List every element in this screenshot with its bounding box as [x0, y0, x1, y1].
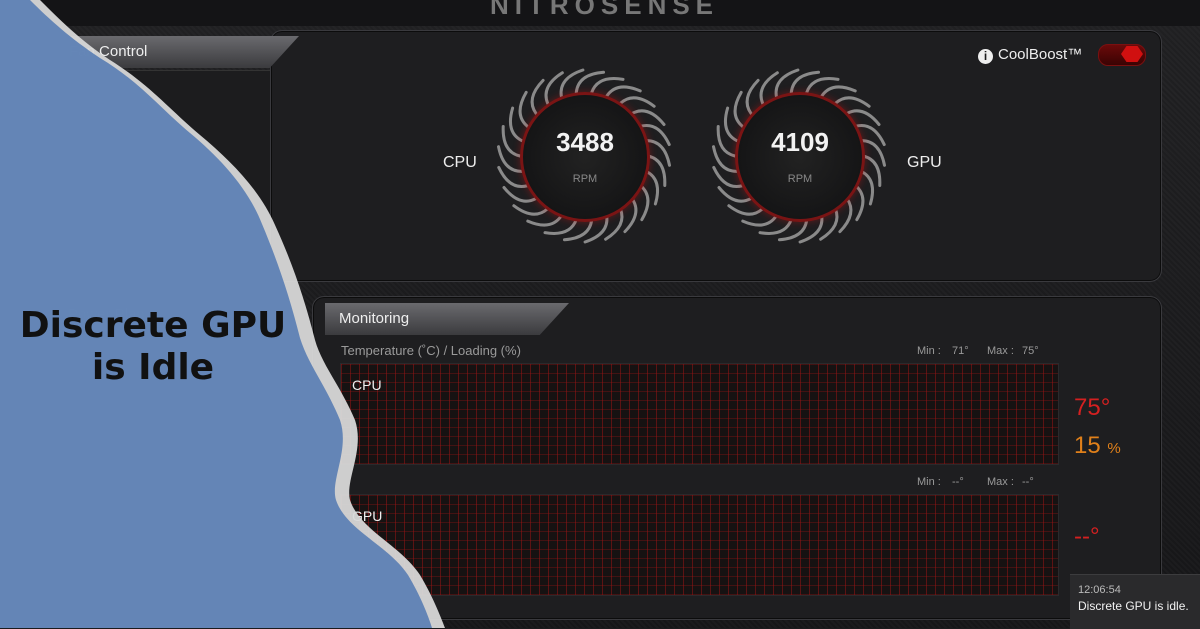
gpu-min-value: --°: [952, 476, 964, 488]
gpu-min-label: Min :: [917, 476, 941, 488]
gpu-fan-rpm: 4109: [771, 127, 829, 157]
cpu-load-value: 15: [1074, 432, 1101, 459]
gpu-fan-label: GPU: [907, 154, 942, 171]
fan-max-icon: [72, 160, 104, 192]
fan-blade: [526, 214, 563, 227]
monitoring-caption: Temperature (˚C) / Loading (%): [341, 343, 521, 358]
tab-monitoring[interactable]: Monitoring: [325, 303, 569, 335]
info-icon[interactable]: i: [978, 49, 993, 64]
gpu-fan-gauge: 4109 RPM: [711, 68, 887, 244]
cpu-fan-gauge: 3488 RPM: [496, 68, 672, 244]
gpu-max-value: --°: [1022, 476, 1034, 488]
fan-blade: [639, 184, 650, 222]
notification-time: 12:06:54: [1078, 584, 1121, 596]
tab-fan-control[interactable]: Fan Control: [55, 36, 299, 68]
cpu-temperature: 75°: [1074, 394, 1111, 421]
power-item-balance-acer[interactable]: Balance: [76, 518, 127, 534]
overlay-headline-line2: is Idle: [91, 347, 215, 388]
coolboost-text: CoolBoost™: [998, 46, 1083, 63]
gpu-graph-label: GPU: [352, 508, 383, 524]
overlay-headline-line1: Discrete GPU: [19, 305, 287, 346]
fan-custom-icon: [72, 228, 104, 260]
overlay-headline: Discrete GPU is Idle: [0, 305, 306, 389]
gpu-fan-unit: RPM: [787, 173, 813, 185]
gpu-temperature: --°: [1074, 523, 1100, 550]
coolboost-toggle[interactable]: [1098, 44, 1146, 66]
cpu-min-label: Min :: [917, 345, 941, 357]
fan-mode-max[interactable]: Max: [120, 165, 148, 182]
gpu-max-label: Max :: [987, 476, 1014, 488]
app-title: NITROSENSE: [490, 0, 720, 20]
toggle-knob: [1121, 46, 1143, 62]
notification-toast[interactable]: 12:06:54 Discrete GPU is idle.: [1070, 574, 1200, 629]
cpu-fan-label: CPU: [443, 154, 477, 171]
divider: [58, 568, 284, 569]
fan-mode-auto[interactable]: Auto: [120, 97, 151, 114]
gpu-monitor-graph: [340, 494, 1059, 596]
gpu-fan-core: 4109 RPM: [735, 92, 865, 222]
fan-blade: [854, 184, 865, 222]
fan-blade: [758, 218, 793, 235]
fan-blade: [605, 85, 642, 98]
divider: [58, 398, 284, 399]
power-item-acer-optimized: [Acer Optimized]: [76, 539, 180, 555]
cpu-max-label: Max :: [987, 345, 1014, 357]
fan-blade: [820, 85, 857, 98]
cpu-fan-core: 3488 RPM: [520, 92, 650, 222]
power-item-power-saver[interactable]: Power Saver: [76, 418, 156, 434]
cpu-min-value: 71°: [952, 345, 969, 357]
coolboost-label: i CoolBoost™: [978, 46, 1082, 64]
cpu-fan-unit: RPM: [572, 173, 598, 185]
power-item-balance[interactable]: Balance: [76, 474, 127, 490]
fan-blade: [590, 77, 625, 94]
divider: [58, 508, 284, 509]
fan-blade: [543, 218, 578, 235]
fan-blade: [805, 77, 840, 94]
fan-blade: [618, 96, 656, 108]
cpu-graph-label: CPU: [352, 377, 382, 393]
notification-message: Discrete GPU is idle.: [1078, 599, 1189, 613]
cpu-monitor-graph: [340, 363, 1059, 465]
cpu-fan-rpm: 3488: [556, 127, 614, 157]
fan-auto-icon: [72, 92, 104, 124]
fan-blade: [741, 214, 778, 227]
fan-blade: [833, 96, 871, 108]
fan-blade: [733, 90, 744, 128]
cpu-load: 15 %: [1074, 432, 1121, 460]
fan-mode-custom[interactable]: Custom: [120, 233, 172, 250]
title-bar: NITROSENSE: [0, 0, 1200, 26]
power-item-high-performance[interactable]: High Performance: [76, 583, 189, 599]
divider: [58, 452, 284, 453]
cpu-max-value: 75°: [1022, 345, 1039, 357]
fan-blade: [518, 90, 529, 128]
cpu-load-unit: %: [1107, 440, 1121, 457]
